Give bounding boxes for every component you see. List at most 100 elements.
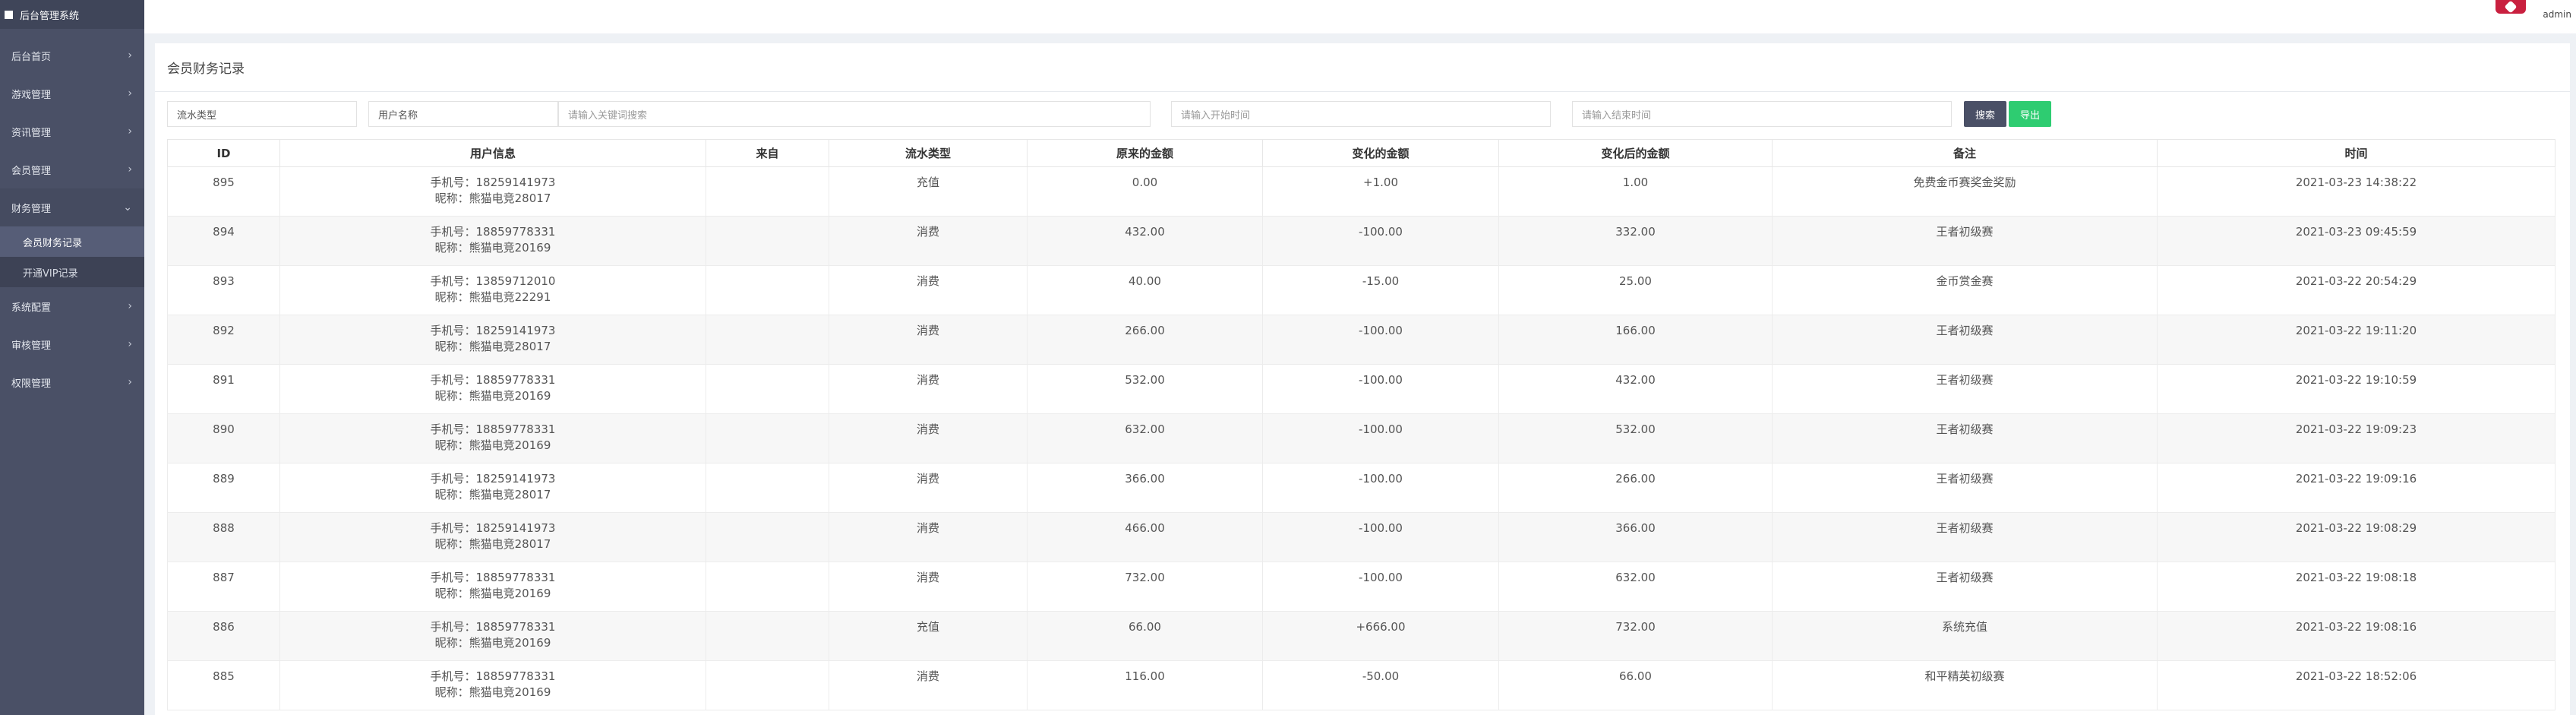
chevron-right-icon: ›: [128, 163, 132, 176]
cell-type: 消费: [829, 512, 1028, 562]
cell-user-info: 手机号：18859778331 昵称：熊猫电竞20169: [279, 611, 706, 661]
cell-after-amount: 632.00: [1498, 562, 1773, 612]
sidebar-item-members[interactable]: 会员管理 ›: [0, 150, 144, 188]
cell-user-info: 手机号：18859778331 昵称：熊猫电竞20169: [279, 562, 706, 612]
table-row[interactable]: 893 手机号：13859712010 昵称：熊猫电竞22291 消费 40.00…: [167, 265, 2555, 315]
cell-before-amount: 366.00: [1027, 463, 1263, 513]
table-row[interactable]: 892 手机号：18259141973 昵称：熊猫电竞28017 消费 266.0…: [167, 315, 2555, 365]
sidebar-subitem-vip-records[interactable]: 开通VIP记录: [0, 257, 144, 287]
brand[interactable]: 后台管理系统: [0, 0, 144, 29]
user-phone: 手机号：18859778331: [430, 373, 556, 387]
start-time-input[interactable]: 请输入开始时间: [1171, 101, 1551, 127]
cell-change-amount: -15.00: [1262, 265, 1499, 315]
cell-change-amount: -100.00: [1262, 216, 1499, 266]
main-panel: 会员财务记录 流水类型 用户名称 请输入关键词搜索 请输入开始时间 请输入结束时…: [155, 43, 2570, 715]
cell-type: 消费: [829, 463, 1028, 513]
cell-change-amount: +1.00: [1262, 166, 1499, 217]
cell-change-amount: +666.00: [1262, 611, 1499, 661]
sidebar-item-permissions[interactable]: 权限管理 ›: [0, 363, 144, 401]
user-nickname: 昵称：熊猫电竞20169: [434, 241, 551, 255]
cell-user-info: 手机号：18859778331 昵称：熊猫电竞20169: [279, 660, 706, 710]
chevron-right-icon: ›: [128, 376, 132, 388]
user-nickname: 昵称：熊猫电竞20169: [434, 685, 551, 699]
table-row[interactable]: 891 手机号：18859778331 昵称：熊猫电竞20169 消费 532.0…: [167, 364, 2555, 414]
column-header: 流水类型: [829, 139, 1028, 167]
cell-user-info: 手机号：18259141973 昵称：熊猫电竞28017: [279, 463, 706, 513]
cell-type: 消费: [829, 315, 1028, 365]
cell-time: 2021-03-23 09:45:59: [2157, 216, 2555, 266]
cell-change-amount: -100.00: [1262, 463, 1499, 513]
column-header: ID: [167, 139, 280, 167]
chevron-down-icon: ⌄: [123, 201, 132, 214]
cell-type: 消费: [829, 216, 1028, 266]
app-title: 后台管理系统: [20, 10, 80, 22]
sidebar-item-news[interactable]: 资讯管理 ›: [0, 112, 144, 150]
cell-time: 2021-03-23 14:38:22: [2157, 166, 2555, 217]
end-time-input[interactable]: 请输入结束时间: [1572, 101, 1952, 127]
cell-time: 2021-03-22 19:11:20: [2157, 315, 2555, 365]
table-row[interactable]: 889 手机号：18259141973 昵称：熊猫电竞28017 消费 366.0…: [167, 463, 2555, 513]
table-row[interactable]: 890 手机号：18859778331 昵称：熊猫电竞20169 消费 632.0…: [167, 413, 2555, 463]
chevron-right-icon: ›: [128, 338, 132, 350]
column-header: 变化的金额: [1262, 139, 1499, 167]
table-row[interactable]: 887 手机号：18859778331 昵称：熊猫电竞20169 消费 732.0…: [167, 562, 2555, 612]
column-header: 用户信息: [279, 139, 706, 167]
sidebar-item-label: 会员管理: [11, 165, 52, 177]
cell-type: 消费: [829, 413, 1028, 463]
avatar[interactable]: [2496, 0, 2526, 14]
cell-change-amount: -100.00: [1262, 512, 1499, 562]
cell-type: 消费: [829, 660, 1028, 710]
user-phone: 手机号：18859778331: [430, 669, 556, 683]
cell-before-amount: 116.00: [1027, 660, 1263, 710]
cell-user-info: 手机号：18259141973 昵称：熊猫电竞28017: [279, 315, 706, 365]
sidebar-item-label: 游戏管理: [11, 89, 52, 101]
sidebar-item-review[interactable]: 审核管理 ›: [0, 325, 144, 363]
cell-from: [706, 315, 829, 365]
cell-from: [706, 512, 829, 562]
sidebar-item-home[interactable]: 后台首页 ›: [0, 36, 144, 74]
filter-bar: 流水类型 用户名称 请输入关键词搜索 请输入开始时间 请输入结束时间 搜索 导出: [155, 101, 2570, 128]
finance-table: ID 用户信息 来自 流水类型 原来的金额 变化的金额 变化后的金额 备注 时间…: [167, 139, 2555, 710]
cell-after-amount: 432.00: [1498, 364, 1773, 414]
cell-time: 2021-03-22 18:52:06: [2157, 660, 2555, 710]
flow-type-select[interactable]: 流水类型: [167, 101, 357, 127]
cell-after-amount: 1.00: [1498, 166, 1773, 217]
table-row[interactable]: 894 手机号：18859778331 昵称：熊猫电竞20169 消费 432.0…: [167, 216, 2555, 266]
cell-before-amount: 66.00: [1027, 611, 1263, 661]
sidebar-item-games[interactable]: 游戏管理 ›: [0, 74, 144, 112]
user-nickname: 昵称：熊猫电竞28017: [434, 340, 551, 353]
sidebar-item-finance[interactable]: 财务管理 ⌄: [0, 188, 144, 226]
cell-note: 免费金币赛奖金奖励: [1772, 166, 2158, 217]
cell-id: 895: [167, 166, 280, 217]
username[interactable]: admin: [2543, 9, 2571, 20]
cell-note: 王者初级赛: [1772, 364, 2158, 414]
sidebar-item-label: 资讯管理: [11, 127, 52, 139]
username-select[interactable]: 用户名称: [368, 101, 558, 127]
table-row[interactable]: 886 手机号：18859778331 昵称：熊猫电竞20169 充值 66.00…: [167, 611, 2555, 661]
cell-note: 和平精英初级赛: [1772, 660, 2158, 710]
cell-user-info: 手机号：18859778331 昵称：熊猫电竞20169: [279, 216, 706, 266]
table-row[interactable]: 885 手机号：18859778331 昵称：熊猫电竞20169 消费 116.0…: [167, 660, 2555, 710]
cell-note: 王者初级赛: [1772, 463, 2158, 513]
cell-change-amount: -100.00: [1262, 315, 1499, 365]
column-header: 时间: [2157, 139, 2555, 167]
sidebar-item-system[interactable]: 系统配置 ›: [0, 287, 144, 325]
sidebar-subitem-member-finance[interactable]: 会员财务记录: [0, 226, 144, 257]
chevron-right-icon: ›: [128, 49, 132, 62]
table-row[interactable]: 888 手机号：18259141973 昵称：熊猫电竞28017 消费 466.0…: [167, 512, 2555, 562]
cell-user-info: 手机号：13859712010 昵称：熊猫电竞22291: [279, 265, 706, 315]
cell-after-amount: 166.00: [1498, 315, 1773, 365]
cell-time: 2021-03-22 19:09:23: [2157, 413, 2555, 463]
cell-after-amount: 532.00: [1498, 413, 1773, 463]
search-button[interactable]: 搜索: [1964, 101, 2006, 127]
table-row[interactable]: 895 手机号：18259141973 昵称：熊猫电竞28017 充值 0.00 …: [167, 166, 2555, 217]
user-phone: 手机号：18259141973: [430, 521, 556, 535]
export-button[interactable]: 导出: [2009, 101, 2051, 127]
cell-note: 王者初级赛: [1772, 413, 2158, 463]
cell-user-info: 手机号：18859778331 昵称：熊猫电竞20169: [279, 413, 706, 463]
cell-note: 王者初级赛: [1772, 216, 2158, 266]
keyword-search-input[interactable]: 请输入关键词搜索: [558, 101, 1151, 127]
sidebar-item-label: 系统配置: [11, 302, 52, 314]
cell-change-amount: -100.00: [1262, 562, 1499, 612]
table-header-row: ID 用户信息 来自 流水类型 原来的金额 变化的金额 变化后的金额 备注 时间: [167, 139, 2555, 167]
